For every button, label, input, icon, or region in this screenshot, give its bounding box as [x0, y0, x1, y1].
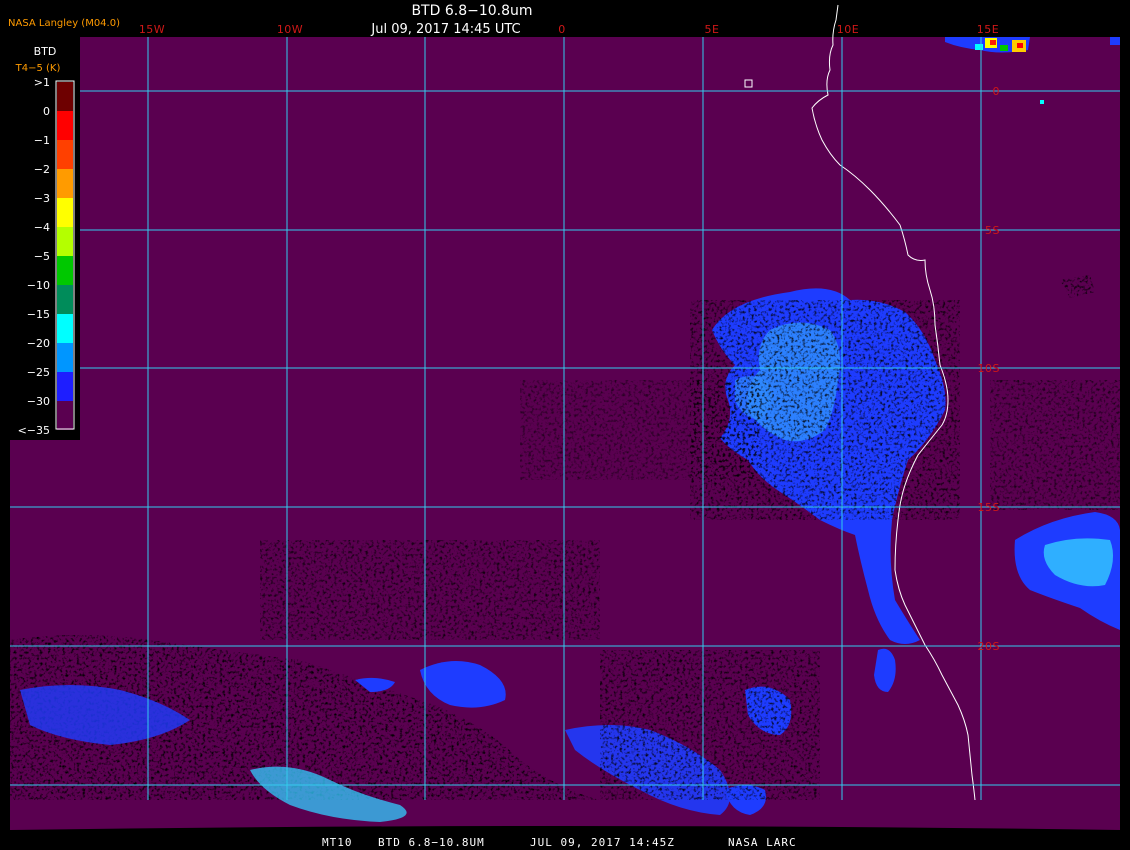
- lon-label-10w: 10W: [277, 23, 303, 36]
- legend-tick-label: −4: [34, 221, 50, 234]
- legend-swatch: [57, 227, 73, 256]
- cloud-speckle-mid: [260, 540, 600, 640]
- lon-label-10e: 10E: [837, 23, 859, 36]
- legend-tick-label: −10: [27, 279, 50, 292]
- legend-swatches: [57, 82, 73, 430]
- legend-swatch: [57, 372, 73, 401]
- lon-label-0: 0: [558, 23, 566, 36]
- cloud-speckle-east: [990, 380, 1120, 510]
- image-datetime: Jul 09, 2017 14:45 UTC: [370, 22, 520, 37]
- convective-cell-red-2: [1017, 43, 1023, 48]
- legend-tick-label: −5: [34, 250, 50, 263]
- cloud-pixel: [1040, 100, 1044, 104]
- legend-tick-label: −20: [27, 337, 50, 350]
- legend-swatch: [57, 198, 73, 227]
- legend-tick-label: −3: [34, 192, 50, 205]
- lon-label-5e: 5E: [705, 23, 720, 36]
- legend-tick-label: −15: [27, 308, 50, 321]
- legend-tick-label: >1: [34, 76, 50, 89]
- legend-tick-label: −30: [27, 395, 50, 408]
- longitude-labels: 15W 10W 0 5E 10E 15E: [139, 23, 999, 36]
- lat-label-5s: 5S: [985, 224, 1000, 237]
- legend-tick-label: <−35: [18, 424, 50, 437]
- legend-swatch: [57, 401, 73, 430]
- satellite-image-viewer: 15W 10W 0 5E 10E 15E 0 5S 10S 15S 20S BT…: [0, 0, 1130, 850]
- cloud-fragment-ne: [1110, 37, 1120, 45]
- legend-swatch: [57, 343, 73, 372]
- credit-text: NASA Langley (M04.0): [8, 18, 120, 29]
- footer-product: BTD 6.8−10.8UM: [378, 836, 485, 849]
- map-bottom-rim: [10, 800, 1120, 830]
- convective-cell-cyan: [975, 44, 983, 50]
- product-title: BTD 6.8−10.8um: [411, 3, 532, 19]
- legend-unit: T4−5 (K): [15, 63, 61, 74]
- legend-tick-label: −25: [27, 366, 50, 379]
- legend-tick-label: −2: [34, 163, 50, 176]
- lat-label-10s: 10S: [978, 362, 1000, 375]
- legend-swatch: [57, 169, 73, 198]
- cloud-speckle-central-west: [520, 380, 760, 480]
- lat-label-15s: 15S: [978, 501, 1000, 514]
- legend-swatch: [57, 140, 73, 169]
- footer-satellite: MT10: [322, 836, 353, 849]
- footer-date: JUL 09, 2017 14:45Z: [530, 836, 675, 849]
- color-legend: BTD T4−5 (K) >1 0 −1 −2 −3 −4 −5 −10 −15 −20 −25 −3…: [10, 37, 80, 440]
- legend-swatch: [57, 285, 73, 314]
- lat-label-20s: 20S: [978, 640, 1000, 653]
- lat-label-0: 0: [993, 85, 1001, 98]
- legend-tick-label: 0: [43, 105, 50, 118]
- lon-label-15e: 15E: [977, 23, 999, 36]
- convective-cell-green: [1000, 45, 1008, 51]
- lon-label-15w: 15W: [139, 23, 165, 36]
- legend-tick-label: −1: [34, 134, 50, 147]
- footer-source: NASA LARC: [728, 836, 797, 849]
- cloud-speckle-south-central: [600, 650, 820, 800]
- legend-swatch: [57, 82, 73, 111]
- footer-bar: MT10 BTD 6.8−10.8UM JUL 09, 2017 14:45Z …: [322, 836, 797, 849]
- legend-swatch: [57, 314, 73, 343]
- legend-swatch: [57, 111, 73, 140]
- legend-title: BTD: [34, 45, 57, 58]
- convective-cell-red: [990, 40, 996, 45]
- legend-swatch: [57, 256, 73, 285]
- satellite-map: 15W 10W 0 5E 10E 15E 0 5S 10S 15S 20S BT…: [8, 3, 1120, 849]
